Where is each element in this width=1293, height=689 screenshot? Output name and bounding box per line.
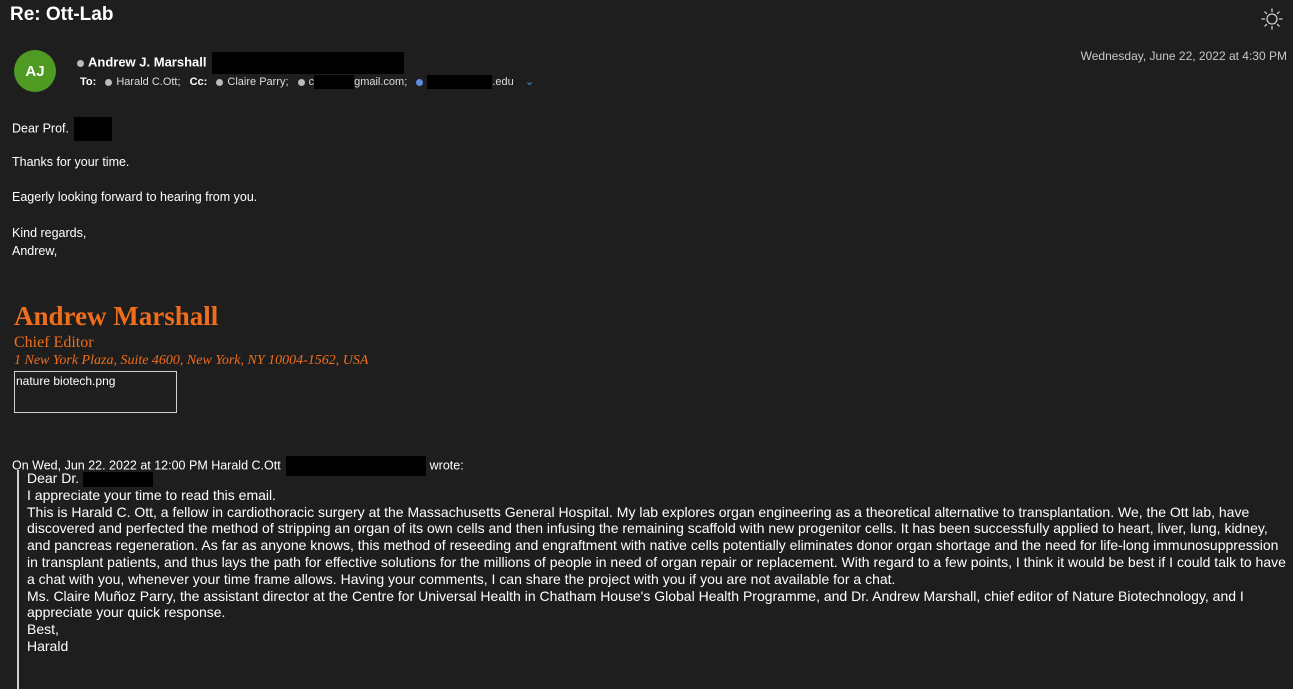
recipients-line: To: Harald C.Ott; Cc: Claire Parry; c gma…: [80, 75, 534, 90]
status-dot-icon: [297, 78, 305, 86]
status-dot-icon: [416, 78, 424, 86]
recipient-cc[interactable]: c gmail.com;: [297, 75, 408, 90]
redaction-bar: [212, 52, 405, 74]
closing-line: Kind regards,: [12, 226, 87, 240]
recipient-name: Harald C.Ott;: [116, 76, 181, 88]
redaction-bar: [314, 75, 355, 90]
closing-line: Andrew,: [12, 244, 58, 258]
cc-label: Cc:: [189, 76, 208, 88]
signature-title: Chief Editor: [14, 334, 94, 351]
recipient-cc[interactable]: Claire Parry;: [216, 76, 289, 88]
greeting-text: Dear Prof.: [12, 121, 69, 136]
body-line: Eagerly looking forward to hearing from …: [12, 190, 258, 204]
email-subject: Re: Ott-Lab: [10, 4, 114, 25]
redaction-bar: [83, 471, 154, 487]
quote-signoff: Harald: [27, 637, 69, 654]
recipient-name: Claire Parry;: [227, 76, 289, 88]
signature-image-placeholder[interactable]: nature biotech.png: [14, 371, 177, 413]
redaction-bar: [74, 117, 113, 141]
recipient-cc[interactable]: .edu: [416, 75, 514, 90]
recipient-name: .edu: [492, 76, 514, 88]
status-dot-icon: [77, 59, 84, 67]
quoted-message: Dear Dr. I appreciate your time to read …: [17, 470, 1287, 689]
avatar[interactable]: AJ: [14, 50, 56, 92]
quote-closing: Best,: [27, 621, 59, 638]
quote-paragraph: This is Harald C. Ott, a fellow in cardi…: [27, 503, 1286, 587]
status-dot-icon: [105, 78, 113, 86]
redaction-bar: [427, 75, 493, 90]
status-dot-icon: [216, 78, 224, 86]
greeting: Dear Prof.: [12, 117, 113, 141]
recipient-to[interactable]: Harald C.Ott;: [105, 76, 181, 88]
chevron-down-icon[interactable]: ⌄: [525, 76, 534, 88]
brightness-icon[interactable]: [1261, 8, 1283, 30]
quote-greeting-text: Dear Dr.: [27, 470, 80, 486]
email-date: Wednesday, June 22, 2022 at 4:30 PM: [1080, 49, 1287, 63]
quote-paragraph: I appreciate your time to read this emai…: [27, 486, 277, 503]
recipient-name: gmail.com;: [354, 76, 408, 88]
sender-name: Andrew J. Marshall: [88, 54, 207, 70]
sender[interactable]: Andrew J. Marshall: [77, 52, 405, 74]
quote-paragraph: Ms. Claire Muñoz Parry, the assistant di…: [27, 587, 1244, 621]
signature-name: Andrew Marshall: [14, 301, 219, 331]
body-line: Thanks for your time.: [12, 155, 130, 169]
to-label: To:: [80, 76, 97, 88]
quote-greeting: Dear Dr.: [27, 470, 1287, 487]
signature-address: 1 New York Plaza, Suite 4600, New York, …: [14, 353, 369, 368]
